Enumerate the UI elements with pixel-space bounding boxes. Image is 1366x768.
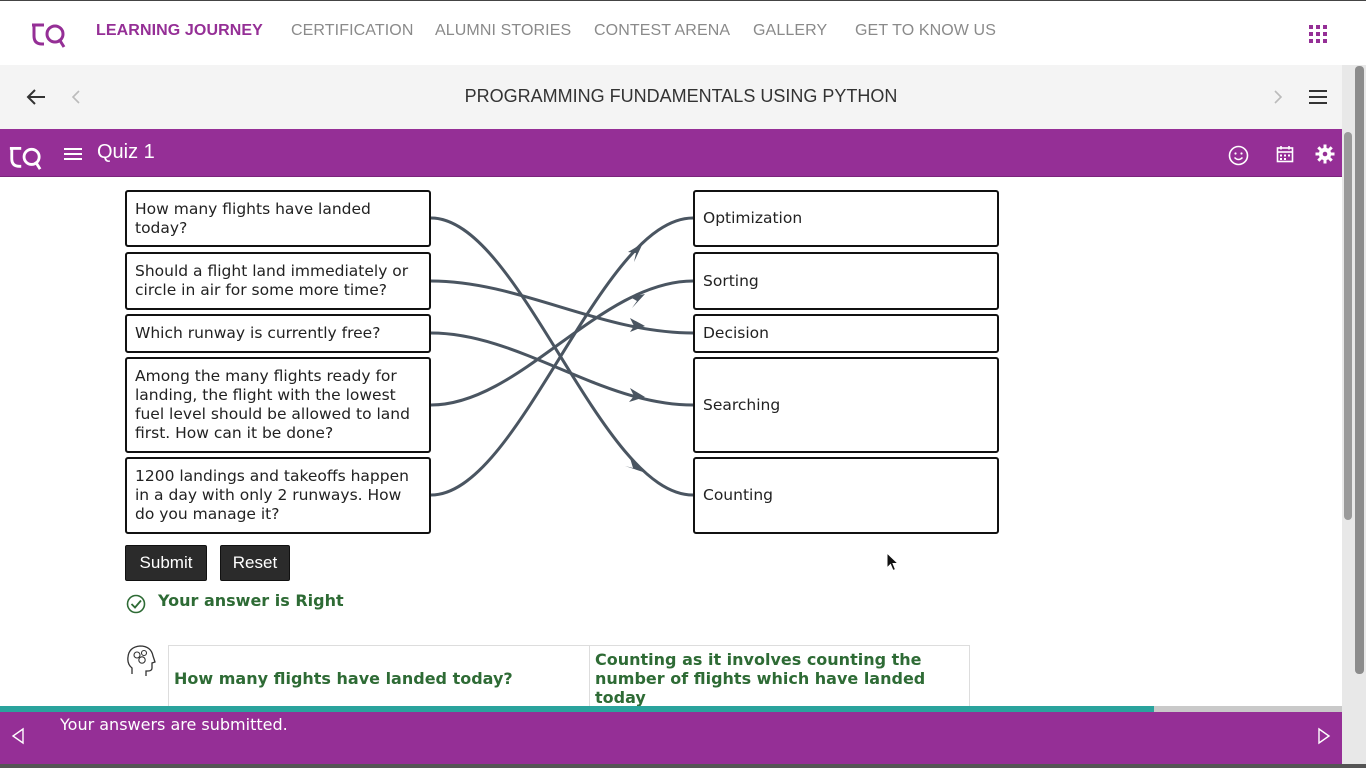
connector-5-optimization <box>430 216 694 497</box>
next-chevron-icon[interactable] <box>1270 88 1286 106</box>
arrowhead-searching <box>629 388 645 402</box>
footer-next-icon[interactable] <box>1316 727 1332 745</box>
option-box-sorting[interactable]: Sorting <box>693 252 999 310</box>
option-box-searching[interactable]: Searching <box>693 357 999 453</box>
explanation-question: How many flights have landed today? <box>168 645 590 712</box>
hamburger-menu-icon[interactable] <box>1308 88 1328 106</box>
check-circle-icon <box>126 594 146 614</box>
question-box-4[interactable]: Among the many flights ready for landing… <box>125 357 431 453</box>
connector-1-counting <box>430 216 694 497</box>
nav-learning-journey[interactable]: LEARNING JOURNEY <box>96 22 263 40</box>
calendar-icon[interactable] <box>1276 145 1294 163</box>
nav-contest-arena[interactable]: CONTEST ARENA <box>594 22 730 40</box>
course-title: PROGRAMMING FUNDAMENTALS USING PYTHON <box>464 86 898 106</box>
connector-4-sorting <box>430 279 694 407</box>
quiz-title: Quiz 1 <box>97 141 155 163</box>
apps-grid-icon[interactable] <box>1309 25 1327 43</box>
infytq-logo-icon[interactable] <box>8 138 42 172</box>
reset-button[interactable]: Reset <box>220 545 290 581</box>
explanation-table: How many flights have landed today? Coun… <box>168 645 970 712</box>
window-bottom-edge <box>0 764 1366 768</box>
quiz-menu-icon[interactable] <box>64 147 82 161</box>
explanation-answer: Counting as it involves counting the num… <box>589 645 970 712</box>
thinking-head-icon <box>127 645 156 676</box>
option-box-optimization[interactable]: Optimization <box>693 190 999 247</box>
question-box-5[interactable]: 1200 landings and takeoffs happen in a d… <box>125 457 431 534</box>
content-scrollbar-thumb[interactable] <box>1344 132 1352 520</box>
page-scrollbar-thumb[interactable] <box>1355 66 1364 674</box>
question-box-2[interactable]: Should a flight land immediately or circ… <box>125 252 431 310</box>
connector-2-decision <box>430 279 694 335</box>
nav-alumni-stories[interactable]: ALUMNI STORIES <box>435 22 571 40</box>
footer-previous-icon[interactable] <box>10 727 26 745</box>
nav-certification[interactable]: CERTIFICATION <box>291 22 414 40</box>
result-message: Your answer is Right <box>158 591 344 610</box>
nav-get-to-know-us[interactable]: GET TO KNOW US <box>855 22 996 40</box>
arrowhead-decision <box>630 318 645 332</box>
option-box-decision[interactable]: Decision <box>693 314 999 353</box>
submit-button[interactable]: Submit <box>125 545 207 581</box>
quiz-header <box>0 129 1342 177</box>
footer-message: Your answers are submitted. <box>60 715 288 734</box>
infytq-logo-icon[interactable] <box>30 14 66 50</box>
smile-icon[interactable] <box>1228 145 1249 166</box>
arrowhead-optimization <box>628 243 643 262</box>
question-box-1[interactable]: How many flights have landed today? <box>125 190 431 247</box>
question-box-3[interactable]: Which runway is currently free? <box>125 314 431 353</box>
connector-3-searching <box>430 331 694 407</box>
option-box-counting[interactable]: Counting <box>693 457 999 534</box>
nav-gallery[interactable]: GALLERY <box>753 22 827 40</box>
mouse-cursor-icon <box>886 552 900 572</box>
table-row: How many flights have landed today? Coun… <box>168 645 970 712</box>
gear-icon[interactable] <box>1315 144 1335 164</box>
arrowhead-counting <box>625 458 643 472</box>
arrowhead-sorting <box>630 294 645 308</box>
